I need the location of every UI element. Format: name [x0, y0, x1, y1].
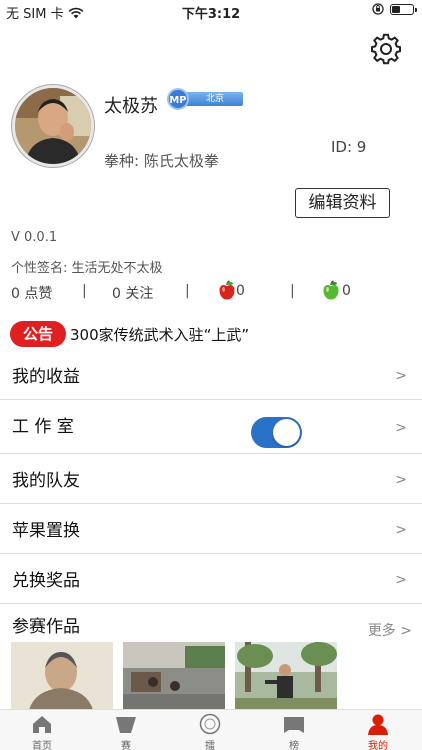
red-apple-icon	[219, 280, 235, 300]
works-section-title: 参赛作品	[12, 617, 80, 637]
tab-label: 榜	[289, 741, 299, 750]
green-apple-count: 0	[342, 283, 351, 299]
orientation-lock-icon	[372, 3, 384, 15]
announcement-bar[interactable]: 公告 300家传统武术入驻“上武”	[10, 320, 249, 348]
stats-separator: |	[82, 283, 87, 299]
location-tag: 北京	[181, 92, 243, 106]
signature-label: 个性签名:	[11, 261, 68, 276]
likes-count[interactable]: 0 点赞	[11, 283, 52, 303]
chevron-right-icon: >	[395, 368, 407, 384]
style-label: 拳种:	[104, 152, 140, 170]
person-icon	[368, 714, 388, 735]
menu-item-apple-exchange[interactable]: 苹果置换 >	[0, 504, 422, 554]
tab-profile[interactable]: 我的	[336, 710, 420, 750]
mp-badge-icon: MP	[167, 88, 189, 110]
work-thumbnail[interactable]	[11, 642, 113, 710]
toggle-knob	[273, 419, 300, 446]
works-more-link[interactable]: 更多 >	[368, 620, 412, 640]
tab-leaderboard[interactable]: 榜	[252, 710, 336, 750]
stats-separator: |	[185, 283, 190, 299]
chevron-right-icon: >	[395, 420, 407, 436]
menu-item-earnings[interactable]: 我的收益 >	[0, 350, 422, 400]
settings-gear-icon[interactable]	[370, 33, 402, 65]
tab-home[interactable]: 首页	[0, 710, 84, 750]
user-avatar[interactable]	[12, 85, 94, 167]
tab-label: 首页	[32, 741, 52, 750]
menu-item-label: 我的队友	[12, 471, 80, 491]
stats-separator: |	[290, 283, 295, 299]
red-apple-count: 0	[236, 283, 245, 299]
banner-icon	[284, 717, 304, 733]
follows-count[interactable]: 0 关注	[112, 283, 153, 303]
bottom-tab-bar: 首页 赛 擂 榜 我的	[0, 709, 422, 750]
work-thumbnail-image	[11, 642, 113, 710]
work-thumbnail-image	[123, 642, 225, 710]
app-version: V 0.0.1	[11, 230, 58, 245]
chevron-right-icon: >	[395, 522, 407, 538]
chevron-right-icon: >	[395, 472, 407, 488]
menu-item-label: 苹果置换	[12, 521, 80, 541]
battery-icon	[390, 3, 417, 15]
status-time: 下午3:12	[181, 7, 241, 22]
work-thumbnail[interactable]	[123, 642, 225, 710]
ring-icon	[199, 713, 221, 735]
user-signature: 个性签名: 生活无处不太极	[11, 257, 163, 276]
tab-arena[interactable]: 擂	[168, 710, 252, 750]
martial-style: 拳种: 陈氏太极拳	[104, 150, 219, 171]
green-apple-icon	[323, 280, 339, 300]
menu-item-label: 工 作 室	[12, 417, 74, 437]
signature-value: 生活无处不太极	[71, 261, 163, 276]
edit-profile-button[interactable]: 编辑资料	[295, 188, 390, 218]
home-icon	[33, 716, 51, 733]
menu-item-teammates[interactable]: 我的队友 >	[0, 454, 422, 504]
stats-row: 0 点赞 | 0 关注 | 0 | 0	[0, 280, 422, 305]
avatar-photo	[15, 88, 91, 164]
style-value: 陈氏太极拳	[143, 152, 219, 170]
menu-item-label: 我的收益	[12, 367, 80, 387]
work-thumbnail-image	[235, 642, 337, 710]
tab-label: 赛	[121, 741, 131, 750]
status-bar: 无 SIM 卡 下午3:12	[0, 0, 422, 22]
menu-item-redeem-prizes[interactable]: 兑换奖品 >	[0, 554, 422, 604]
user-name: 太极苏	[104, 96, 158, 117]
user-id: ID: 9	[331, 138, 367, 156]
announcement-tag: 公告	[10, 321, 66, 347]
studio-toggle[interactable]	[251, 417, 302, 448]
tab-competition[interactable]: 赛	[84, 710, 168, 750]
tab-label: 我的	[368, 741, 388, 750]
announcement-text: 300家传统武术入驻“上武”	[70, 325, 250, 344]
menu-item-studio[interactable]: 工 作 室 >	[0, 400, 422, 454]
menu-item-label: 兑换奖品	[12, 571, 80, 591]
battery-level	[392, 5, 400, 13]
chevron-right-icon: >	[395, 572, 407, 588]
member-badge: 北京 MP	[167, 88, 245, 110]
flag-icon	[116, 717, 136, 733]
work-thumbnail[interactable]	[235, 642, 337, 710]
tab-label: 擂	[205, 741, 215, 750]
status-right	[372, 3, 417, 15]
